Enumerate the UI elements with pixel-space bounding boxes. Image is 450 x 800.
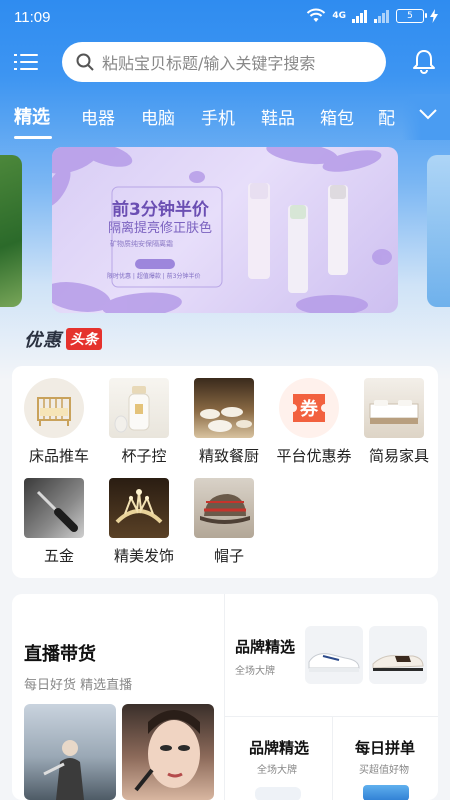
screwdriver-icon (36, 490, 78, 532)
category-label: 简易家具 (368, 447, 429, 465)
loafer-icon (372, 655, 424, 671)
live-subtitle: 每日好货 精选直播 (24, 678, 133, 693)
live-thumbnail-2 (122, 704, 214, 800)
tab-appliances[interactable]: 电器 (81, 104, 115, 129)
category-item-furniture[interactable]: 简易家具 (356, 378, 436, 468)
category-item-bedding[interactable]: 床品推车 (16, 378, 96, 468)
search-placeholder: 粘贴宝贝标题/输入关键字搜索 (102, 54, 316, 73)
live-thumbnail-1 (24, 704, 116, 800)
banner-small-text: 矿物质纯安保隔离霜 (110, 240, 173, 248)
category-item-hardware[interactable]: 五金 (16, 478, 96, 568)
coupon-icon-text: 券 (299, 398, 319, 420)
live-photo-person (43, 740, 84, 800)
category-label: 平台优惠券 (276, 447, 352, 465)
cap-icon (200, 494, 250, 524)
battery-icon: 5 (396, 9, 427, 23)
status-bar: 11:09 4G 5 (0, 0, 450, 34)
bedding-thumbnail (24, 378, 84, 438)
signal-icon (352, 10, 367, 23)
promo-section: 直播带货 每日好货 精选直播 品牌精选 全场大牌 品牌精选 全场大牌 每日拼单 … (12, 594, 438, 800)
active-tab-indicator (14, 136, 52, 139)
banner-prev-peek[interactable] (0, 155, 22, 307)
crib-icon (37, 397, 71, 426)
kitchen-thumbnail (194, 378, 254, 438)
promo-banner[interactable]: 前3分钟半价 隔离提亮修正肤色 矿物质纯安保隔离霜 限时优惠 | 超值爆款 | … (52, 147, 398, 313)
category-label: 精致餐厨 (198, 447, 259, 465)
chevron-down-icon (419, 109, 437, 120)
network-label: 4G (332, 11, 346, 21)
status-icons: 4G 5 (306, 8, 438, 24)
hardware-thumbnail (24, 478, 84, 538)
tab-partial[interactable]: 配 (378, 104, 395, 129)
brand-subtitle: 全场大牌 (257, 765, 297, 776)
coupon-icon: 券 (293, 394, 325, 422)
search-icon (76, 53, 94, 71)
battery-level: 5 (407, 11, 413, 21)
category-label: 床品推车 (28, 447, 89, 465)
tab-computers[interactable]: 电脑 (141, 104, 175, 129)
deals-logo-badge: 头条 (66, 328, 102, 350)
banner-tags: 限时优惠 | 超值爆款 | 前3分钟半价 (107, 273, 201, 280)
tab-bags[interactable]: 箱包 (320, 104, 354, 129)
tab-featured[interactable]: 精选 (14, 103, 50, 129)
loafer-thumbnail (369, 626, 427, 684)
brand-title: 品牌精选 (249, 739, 310, 757)
menu-icon[interactable] (14, 52, 38, 72)
brand-title: 品牌精选 (235, 638, 296, 656)
category-item-hair-accessories[interactable]: 精美发饰 (101, 478, 181, 568)
sneaker-icon (308, 653, 360, 672)
cups-thumbnail (109, 378, 169, 438)
brand-subtitle: 全场大牌 (235, 666, 275, 677)
search-input[interactable]: 粘贴宝贝标题/输入关键字搜索 (62, 42, 386, 82)
category-grid: 床品推车 杯子控 精致餐厨 券 平台优惠券 简易家具 五金 精美发饰 帽子 (12, 366, 438, 578)
bed-icon (369, 400, 419, 424)
top-header: 粘贴宝贝标题/输入关键字搜索 (0, 42, 450, 82)
category-label: 帽子 (213, 547, 244, 565)
brand-picks-panel-bottom[interactable]: 品牌精选 全场大牌 (225, 717, 332, 800)
category-label: 五金 (43, 547, 74, 565)
hair-accessory-thumbnail (109, 478, 169, 538)
deals-headline-logo[interactable]: 优惠 头条 (24, 328, 102, 351)
category-item-coupons[interactable]: 券 平台优惠券 (271, 378, 352, 468)
status-time: 11:09 (14, 8, 51, 26)
group-buy-panel[interactable]: 每日拼单 买超值好物 (333, 717, 438, 800)
bottle-icon (114, 386, 150, 433)
category-item-kitchen[interactable]: 精致餐厨 (186, 378, 266, 468)
tab-phones[interactable]: 手机 (201, 104, 235, 129)
category-item-cups[interactable]: 杯子控 (101, 378, 181, 468)
group-buy-subtitle: 买超值好物 (359, 765, 409, 776)
bell-icon[interactable] (412, 49, 436, 75)
brand-product-peek (255, 787, 301, 800)
banner-flower-decoration (52, 147, 392, 313)
group-buy-title: 每日拼单 (355, 739, 416, 757)
category-label: 精美发饰 (113, 547, 174, 565)
banner-pill (135, 259, 175, 269)
banner-subtitle: 隔离提亮修正肤色 (108, 221, 213, 236)
wifi-icon (307, 8, 326, 22)
deals-logo-text: 优惠 (24, 330, 62, 351)
category-item-hats[interactable]: 帽子 (186, 478, 266, 568)
tableware-icon (200, 407, 252, 432)
tiara-icon (115, 489, 163, 524)
hat-thumbnail (194, 478, 254, 538)
category-tabs: 精选 电器 电脑 手机 鞋品 箱包 配 (0, 94, 450, 140)
banner-next-peek[interactable] (427, 155, 450, 307)
live-title: 直播带货 (24, 644, 96, 665)
tab-shoes[interactable]: 鞋品 (261, 104, 295, 129)
live-photo-makeup (134, 710, 200, 792)
brand-picks-panel-top[interactable]: 品牌精选 全场大牌 (225, 594, 438, 716)
charging-icon (430, 9, 438, 23)
sneaker-thumbnail (305, 626, 363, 684)
coupon-thumbnail: 券 (279, 378, 339, 438)
live-shopping-panel[interactable]: 直播带货 每日好货 精选直播 (12, 594, 224, 800)
furniture-thumbnail (364, 378, 424, 438)
signal-icon-secondary (374, 10, 389, 23)
category-label: 杯子控 (121, 447, 167, 465)
group-buy-product-peek (363, 785, 409, 800)
tabs-more-button[interactable] (402, 94, 450, 140)
